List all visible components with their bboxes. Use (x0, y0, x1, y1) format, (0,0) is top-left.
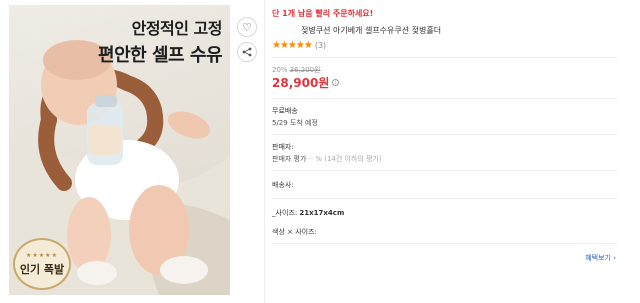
product-image[interactable]: 안정적인 고정 편안한 셀프 수유 ★★★★★ 인기 폭발 (9, 5, 230, 295)
benefits-link-label: 혜택보기 (585, 254, 611, 262)
delivery-company-label: 배송사: (272, 181, 294, 189)
badge-stars: ★★★★★ (26, 251, 58, 259)
divider (272, 198, 617, 199)
seller-rating-row[interactable]: 판매자 평가 ·· % (14건 이하의 평가) (272, 154, 382, 164)
product-title: 젖병쿠션 아기베개 셀프수유쿠션 젖병홀더 (301, 26, 442, 35)
divider (272, 98, 617, 99)
review-count[interactable]: (3) (315, 41, 326, 50)
divider (272, 170, 617, 171)
share-icon[interactable] (237, 42, 257, 62)
column-divider (264, 0, 265, 303)
divider (272, 243, 617, 244)
seller-rating-detail: ·· % (14건 이하의 평가) (308, 155, 382, 163)
seller-rating-label: 판매자 평가 (272, 155, 307, 163)
rating[interactable]: ★★★★★ (3) (272, 40, 326, 51)
discount-percent: 20% (272, 66, 288, 74)
product-page: 안정적인 고정 편안한 셀프 수유 ★★★★★ 인기 폭발 ♡ 단 1개 남음 … (0, 0, 640, 303)
shipping-label: 무료배송 (272, 107, 298, 115)
info-icon[interactable]: i (332, 79, 340, 86)
divider (272, 134, 617, 135)
size-value: 21x17x4cm (299, 209, 345, 217)
image-headline-line2: 편안한 셀프 수유 (98, 45, 222, 66)
options-label[interactable]: 색상 × 사이즈: (272, 227, 317, 237)
share-glyph (242, 47, 252, 57)
shipping-date: 5/29 도착 예정 (272, 119, 318, 127)
divider (272, 57, 617, 58)
image-headline-line1: 안정적인 고정 (131, 19, 223, 38)
price-row: 28,900원 i (272, 74, 340, 91)
sale-price: 28,900원 (272, 76, 330, 90)
chevron-right-icon: › (613, 254, 616, 262)
popular-badge: ★★★★★ 인기 폭발 (13, 238, 71, 290)
benefits-link[interactable]: 혜택보기 › (585, 253, 616, 263)
badge-text: 인기 폭발 (19, 262, 65, 276)
size-label: _사이즈: (272, 209, 298, 217)
rating-stars: ★★★★★ (272, 40, 313, 51)
seller-label: 판매자: (272, 143, 294, 151)
stock-alert: 단 1개 남음 빨리 주문하세요! (272, 9, 374, 18)
original-price: 36,200원 (289, 66, 321, 74)
product-info: 단 1개 남음 빨리 주문하세요! 젖병쿠션 아기베개 셀프수유쿠션 젖병홀더 … (272, 0, 636, 303)
size-row: _사이즈: 21x17x4cm (272, 208, 344, 218)
heart-icon[interactable]: ♡ (237, 17, 257, 37)
